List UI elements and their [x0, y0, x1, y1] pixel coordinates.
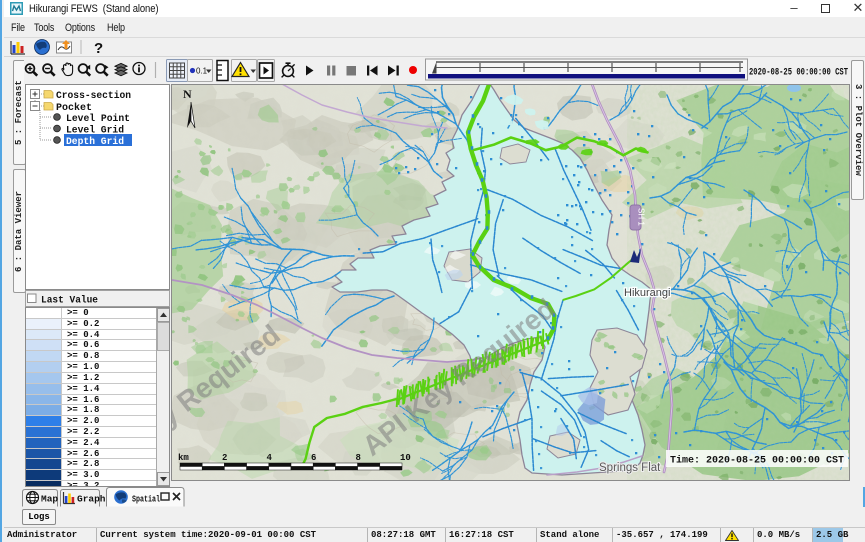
svg-text:4: 4 — [267, 453, 273, 463]
svg-text:Map: Map — [41, 494, 58, 505]
svg-text:N: N — [183, 87, 192, 101]
svg-text:Springs Flat: Springs Flat — [599, 462, 661, 474]
svg-text:Pocket: Pocket — [56, 102, 92, 114]
svg-text:0.1: 0.1 — [196, 67, 208, 76]
svg-text:Depth Grid: Depth Grid — [66, 136, 124, 148]
svg-text:6: 6 — [311, 453, 316, 463]
svg-text:?: ? — [94, 40, 103, 57]
svg-text:km: km — [178, 453, 189, 463]
svg-text:Level Grid: Level Grid — [66, 125, 124, 137]
svg-text:SH 1: SH 1 — [637, 208, 646, 226]
svg-text:Spatial: Spatial — [132, 494, 160, 505]
svg-text:10: 10 — [400, 453, 411, 463]
svg-text:Last Value: Last Value — [41, 295, 98, 307]
svg-text:2020-08-25 00:00:00 CST: 2020-08-25 00:00:00 CST — [749, 68, 848, 79]
svg-text:8: 8 — [356, 453, 361, 463]
svg-text:Level Point: Level Point — [66, 113, 130, 125]
svg-text:Time: 2020-08-25 00:00:00 CST: Time: 2020-08-25 00:00:00 CST — [670, 455, 844, 467]
svg-text:Hikurangi: Hikurangi — [624, 287, 670, 299]
svg-text:Cross-section: Cross-section — [56, 90, 131, 102]
svg-text:2: 2 — [222, 453, 227, 463]
svg-text:Graph: Graph — [77, 494, 106, 505]
